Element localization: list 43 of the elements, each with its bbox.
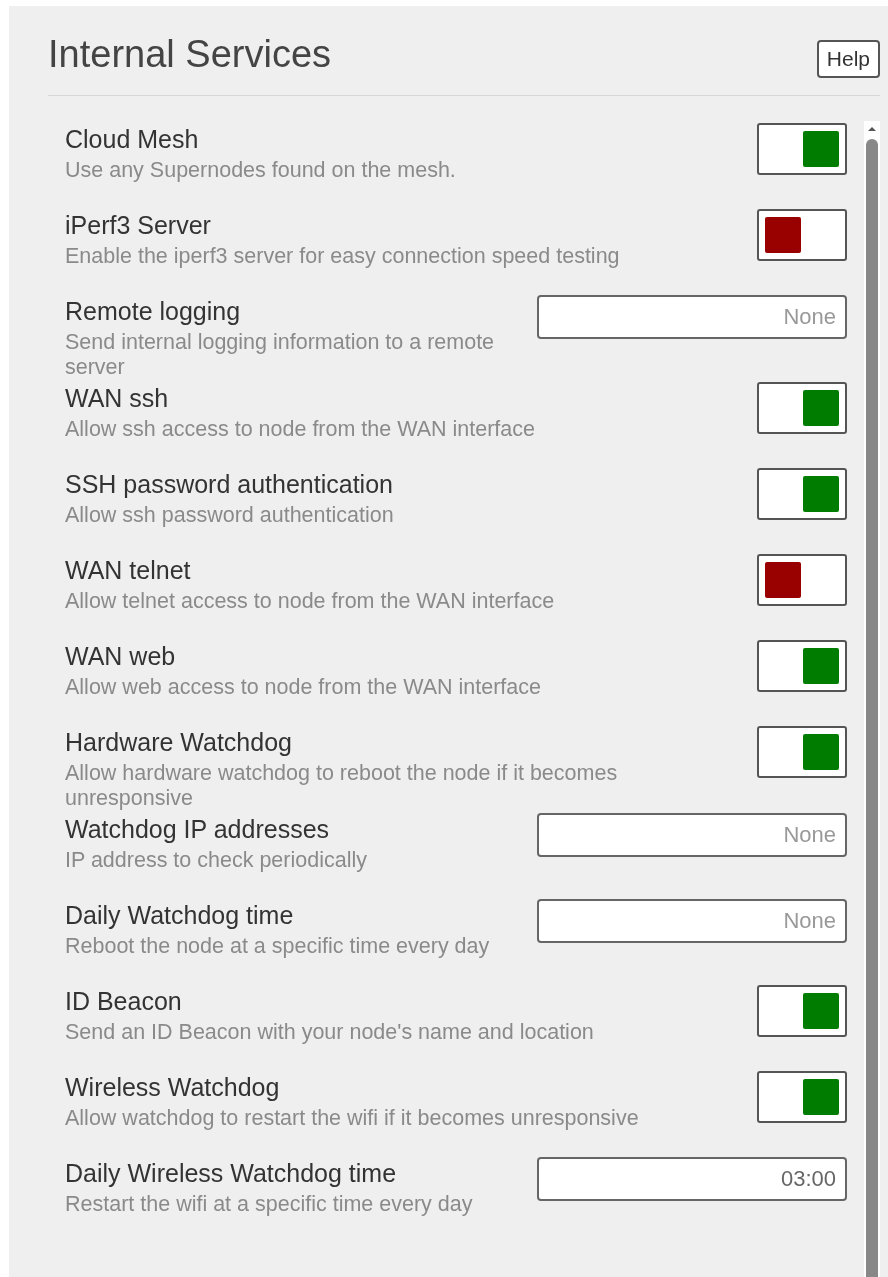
setting-description: Send internal logging information to a remote server [65,330,496,380]
toggle-switch[interactable] [757,985,847,1037]
setting-label: Watchdog IP addresses [65,815,331,843]
toggle-switch[interactable] [757,1071,847,1123]
setting-description: Allow ssh access to node from the WAN interface [65,417,535,442]
setting-label: Daily Wireless Watchdog time [65,1159,398,1187]
setting-label: Hardware Watchdog [65,728,293,756]
toggle-switch[interactable] [757,209,847,261]
toggle-switch[interactable] [757,640,847,692]
setting-label: ID Beacon [65,987,183,1015]
setting-label: WAN telnet [65,556,192,584]
input-field[interactable]: None [537,899,847,943]
setting-description: Reboot the node at a specific time every day [65,934,490,959]
setting-description: Allow telnet access to node from the WAN interface [65,589,555,614]
scrollbar[interactable] [864,121,880,1277]
setting-description: Allow hardware watchdog to reboot the node if it becomes unresponsive [65,761,619,811]
setting-description: IP address to check periodically [65,848,367,873]
setting-description: Use any Supernodes found on the mesh. [65,158,456,183]
toggle-switch[interactable] [757,554,847,606]
setting-label: iPerf3 Server [65,211,212,239]
setting-label: Wireless Watchdog [65,1073,281,1101]
setting-description: Send an ID Beacon with your node's name and location [65,1020,594,1045]
setting-label: Cloud Mesh [65,125,200,153]
setting-label: Remote logging [65,297,242,325]
help-button[interactable]: Help [816,40,880,78]
toggle-switch[interactable] [757,468,847,520]
panel-title: Internal Services [48,34,331,74]
setting-description: Enable the iperf3 server for easy connection speed testing [65,244,620,269]
setting-description: Allow web access to node from the WAN interface [65,675,541,700]
setting-label: Daily Watchdog time [65,901,295,929]
toggle-switch[interactable] [757,726,847,778]
setting-label: WAN web [65,642,177,670]
input-field[interactable]: None [537,813,847,857]
setting-description: Allow watchdog to restart the wifi if it becomes unresponsive [65,1106,639,1131]
setting-description: Restart the wifi at a specific time every day [65,1192,473,1217]
setting-label: WAN ssh [65,384,170,412]
scroll-up-icon[interactable] [867,125,877,133]
input-field[interactable]: 03:00 [537,1157,847,1201]
toggle-switch[interactable] [757,123,847,175]
input-field[interactable]: None [537,295,847,339]
setting-label: SSH password authentication [65,470,394,498]
setting-description: Allow ssh password authentication [65,503,394,528]
toggle-switch[interactable] [757,382,847,434]
